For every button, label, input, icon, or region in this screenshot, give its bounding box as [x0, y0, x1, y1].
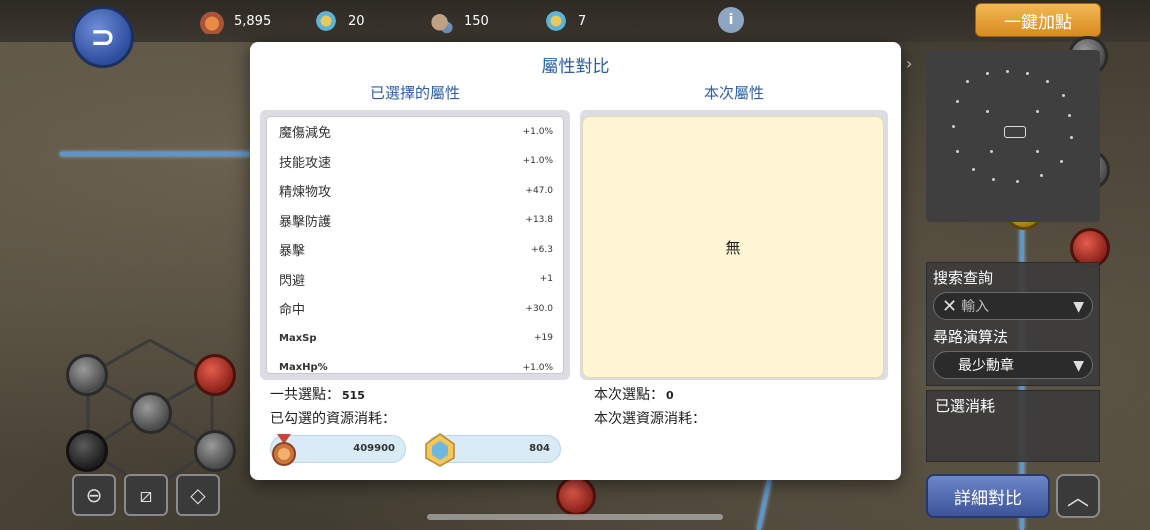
search-input[interactable]: ✕ 輸入 ▼	[933, 292, 1093, 320]
dialog-title: 屬性對比	[541, 57, 610, 77]
current-attributes-frame: 無	[580, 110, 888, 380]
attribute-row: MaxSp +19	[267, 324, 563, 354]
home-indicator	[427, 514, 723, 520]
this-cost-label: 本次選資源消耗：	[594, 411, 706, 427]
chevron-up-icon: ︿	[1066, 486, 1089, 511]
resource-locked-gem: 7	[544, 8, 586, 34]
attribute-value: +1	[539, 274, 553, 285]
slash-square-icon: ⧄	[139, 483, 153, 507]
minimap-viewport	[1004, 126, 1026, 138]
attribute-value: +47.0	[525, 185, 553, 196]
skill-node-shield[interactable]	[66, 354, 108, 396]
attribute-row: 暴擊 +6.3	[267, 235, 563, 265]
medal-icon	[200, 8, 224, 34]
dropdown-arrow-icon: ▼	[1073, 358, 1084, 374]
gem-icon	[425, 433, 455, 467]
edit-path-button[interactable]: ⧄	[124, 474, 168, 516]
medal-cost-amount: 409900	[353, 443, 395, 454]
back-arrow-icon: ⊃	[90, 19, 116, 55]
search-panel: 搜索查詢 ✕ 輸入 ▼ 尋路演算法 最少勳章 ▼	[926, 262, 1100, 386]
skill-node-spark[interactable]	[194, 430, 236, 472]
back-button[interactable]: ⊃	[72, 6, 134, 68]
attribute-row: 技能攻速 +1.0%	[267, 147, 563, 177]
attribute-name: 精煉物攻	[279, 185, 332, 201]
expand-up-button[interactable]: ︿	[1056, 474, 1100, 518]
selected-attributes-list[interactable]: 魔傷減免 +1.0% 技能攻速 +1.0% 精煉物攻 +47.0 暴擊防護 +13.8 …	[266, 116, 564, 374]
medal-cost-pill: 409900	[270, 434, 406, 466]
attribute-value: +1.0%	[522, 156, 553, 167]
selected-cost-panel: 已選消耗	[926, 390, 1100, 462]
attribute-name: 魔傷減免	[279, 126, 332, 142]
attribute-name: 閃避	[279, 273, 306, 289]
total-points: 一共選點： 515	[270, 384, 365, 404]
this-points: 本次選點： 0	[594, 384, 674, 404]
attribute-value: +19	[534, 333, 553, 344]
path-algorithm-value: 最少勳章	[958, 358, 1014, 374]
collapse-chevron-icon[interactable]: ›	[906, 54, 912, 73]
attribute-compare-dialog: 屬性對比 已選擇的屬性 本次屬性 魔傷減免 +1.0% 技能攻速 +1.0% 精煉物…	[250, 42, 901, 480]
selected-cost-label: 已選消耗	[935, 397, 996, 415]
map-node-red[interactable]	[556, 476, 596, 516]
gem-icon	[314, 8, 338, 34]
selected-attributes-header: 已選擇的屬性	[369, 84, 460, 102]
zoom-out-icon: ⊖	[85, 483, 103, 507]
attribute-value: +6.3	[531, 244, 553, 255]
resource-gem-count: 20	[348, 13, 365, 29]
clear-icon[interactable]: ✕	[942, 296, 957, 317]
attribute-value: +1.0%	[522, 126, 553, 137]
attribute-name: 暴擊防護	[279, 214, 332, 230]
skill-node-crossed-swords[interactable]	[66, 430, 108, 472]
locked-medal-icon	[430, 8, 454, 34]
attribute-row: 魔傷減免 +1.0%	[267, 117, 563, 147]
skill-node-sword[interactable]	[194, 354, 236, 396]
attribute-row: 暴擊防護 +13.8	[267, 206, 563, 236]
zoom-out-button[interactable]: ⊖	[72, 474, 116, 516]
checked-cost-label: 已勾選的資源消耗：	[270, 411, 396, 427]
resource-locked-gem-count: 7	[578, 13, 587, 29]
this-points-value: 0	[666, 389, 674, 402]
path-algorithm-select[interactable]: 最少勳章 ▼	[933, 351, 1093, 379]
skill-node-shield[interactable]	[130, 392, 172, 434]
attribute-name: MaxSp	[279, 332, 317, 344]
resource-gem: 20	[314, 8, 365, 34]
search-placeholder: 輸入	[961, 299, 990, 315]
route-diamond-icon: ◇	[190, 483, 206, 507]
attribute-name: 命中	[279, 303, 306, 319]
resource-medal: 5,895	[200, 8, 271, 34]
attribute-name: 暴擊	[279, 244, 306, 260]
locked-gem-icon	[544, 8, 568, 34]
selected-attributes-list-frame: 魔傷減免 +1.0% 技能攻速 +1.0% 精煉物攻 +47.0 暴擊防護 +13.8 …	[260, 110, 570, 380]
resource-locked-medal-count: 150	[464, 13, 489, 29]
gem-cost-pill: 804	[425, 433, 561, 467]
medal-icon	[272, 434, 296, 466]
dropdown-arrow-icon: ▼	[1073, 299, 1084, 315]
search-label: 搜索查詢	[933, 269, 994, 287]
resource-locked-medal: 150	[430, 8, 489, 34]
empty-text: 無	[725, 238, 741, 257]
info-icon[interactable]: i	[718, 7, 744, 33]
one-key-add-points-button[interactable]: 一鍵加點	[975, 3, 1101, 37]
path-route-button[interactable]: ◇	[176, 474, 220, 516]
current-attributes-panel: 無	[582, 116, 884, 378]
path-algorithm-label: 尋路演算法	[933, 328, 1009, 346]
resource-medal-count: 5,895	[234, 13, 272, 29]
map-path-line	[60, 152, 250, 156]
attribute-name: MaxHp%	[279, 362, 328, 374]
attribute-row: 精煉物攻 +47.0	[267, 176, 563, 206]
attribute-row: 閃避 +1	[267, 265, 563, 295]
total-points-label: 一共選點：	[270, 387, 340, 403]
gem-cost-amount: 804	[529, 443, 550, 454]
attribute-value: +13.8	[525, 215, 553, 226]
attribute-value: +1.0%	[522, 362, 553, 373]
attribute-row: 命中 +30.0	[267, 294, 563, 324]
attribute-name: 技能攻速	[279, 155, 332, 171]
current-attributes-header: 本次屬性	[703, 84, 764, 102]
this-points-label: 本次選點：	[594, 387, 664, 403]
total-points-value: 515	[342, 389, 365, 402]
attribute-row: MaxHp% +1.0%	[267, 353, 563, 374]
minimap[interactable]	[926, 50, 1100, 222]
attribute-value: +30.0	[525, 303, 553, 314]
detail-compare-button[interactable]: 詳細對比	[926, 474, 1050, 518]
